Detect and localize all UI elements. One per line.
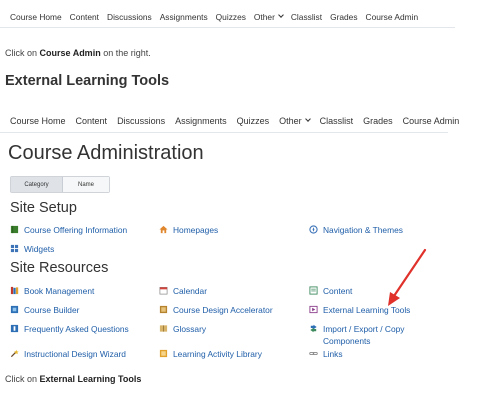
home-icon xyxy=(159,225,168,234)
page-title: Course Administration xyxy=(8,142,204,164)
widgets-icon xyxy=(10,244,19,253)
nav-classlist[interactable]: Classlist xyxy=(291,12,322,22)
external-tools-icon xyxy=(309,305,318,314)
accelerator-icon xyxy=(159,305,168,314)
site-setup-heading: Site Setup xyxy=(10,200,77,216)
nav-assignments[interactable]: Assignments xyxy=(160,12,208,22)
links-icon xyxy=(309,351,318,356)
instruction-step-2: Click on External Learning Tools xyxy=(5,374,142,384)
builder-icon xyxy=(10,305,19,314)
tool-calendar[interactable]: Calendar xyxy=(159,285,207,297)
chevron-down-icon xyxy=(304,116,311,122)
site-resources-heading: Site Resources xyxy=(10,260,109,276)
tool-glossary[interactable]: Glossary xyxy=(159,323,206,335)
tool-book-management[interactable]: Book Management xyxy=(10,285,94,297)
tool-homepages[interactable]: Homepages xyxy=(159,224,218,236)
nav-other-label: Other xyxy=(253,11,275,22)
nav-course-home[interactable]: Course Home xyxy=(10,12,62,22)
content-icon xyxy=(309,286,318,295)
toggle-name-button[interactable]: Name xyxy=(63,177,109,192)
course-navbar-top: Course Home Content Discussions Assignme… xyxy=(0,6,455,28)
tool-widgets[interactable]: Widgets xyxy=(10,243,54,255)
nav-course-admin[interactable]: Course Admin xyxy=(403,116,460,126)
nav-other-dropdown[interactable]: Other xyxy=(279,115,311,126)
nav-grades[interactable]: Grades xyxy=(363,116,393,126)
nav-content[interactable]: Content xyxy=(76,116,108,126)
library-icon xyxy=(159,349,168,358)
instruction-step-1: Click on Course Admin on the right. xyxy=(5,48,151,58)
tool-frequently-asked-questions[interactable]: Frequently Asked Questions xyxy=(10,323,129,335)
glossary-icon xyxy=(159,325,168,332)
toggle-category-button[interactable]: Category xyxy=(11,177,63,192)
course-navbar-screenshot: Course Home Content Discussions Assignme… xyxy=(0,109,459,133)
tool-navigation-themes[interactable]: Navigation & Themes xyxy=(309,224,403,236)
nav-course-home[interactable]: Course Home xyxy=(10,116,66,126)
annotation-arrow-icon xyxy=(388,248,427,306)
nav-other-dropdown[interactable]: Other xyxy=(253,11,284,22)
section-heading: External Learning Tools xyxy=(5,73,170,89)
nav-discussions[interactable]: Discussions xyxy=(117,116,165,126)
nav-content[interactable]: Content xyxy=(70,12,99,22)
books-icon xyxy=(10,286,19,295)
view-toggle: Category Name xyxy=(10,176,110,193)
nav-classlist[interactable]: Classlist xyxy=(320,116,354,126)
calendar-icon xyxy=(159,286,168,295)
tool-learning-activity-library[interactable]: Learning Activity Library xyxy=(159,348,262,360)
tool-content[interactable]: Content xyxy=(309,285,352,297)
compass-icon xyxy=(309,225,318,234)
nav-course-admin[interactable]: Course Admin xyxy=(366,12,419,22)
tool-import-export-copy-components[interactable]: Import / Export / Copy Components xyxy=(309,323,433,347)
tool-course-builder[interactable]: Course Builder xyxy=(10,304,79,316)
nav-grades[interactable]: Grades xyxy=(330,12,357,22)
tool-course-design-accelerator[interactable]: Course Design Accelerator xyxy=(159,304,273,316)
tool-course-offering-information[interactable]: Course Offering Information xyxy=(10,224,127,236)
nav-quizzes[interactable]: Quizzes xyxy=(237,116,270,126)
nav-assignments[interactable]: Assignments xyxy=(175,116,227,126)
nav-quizzes[interactable]: Quizzes xyxy=(216,12,246,22)
faq-icon xyxy=(10,324,19,333)
book-icon xyxy=(10,225,19,234)
nav-other-label: Other xyxy=(279,115,302,126)
nav-discussions[interactable]: Discussions xyxy=(107,12,152,22)
wizard-icon xyxy=(10,349,19,358)
import-export-icon xyxy=(310,324,317,333)
chevron-down-icon xyxy=(278,12,284,18)
tool-instructional-design-wizard[interactable]: Instructional Design Wizard xyxy=(10,348,126,360)
tool-links[interactable]: Links xyxy=(309,348,343,360)
